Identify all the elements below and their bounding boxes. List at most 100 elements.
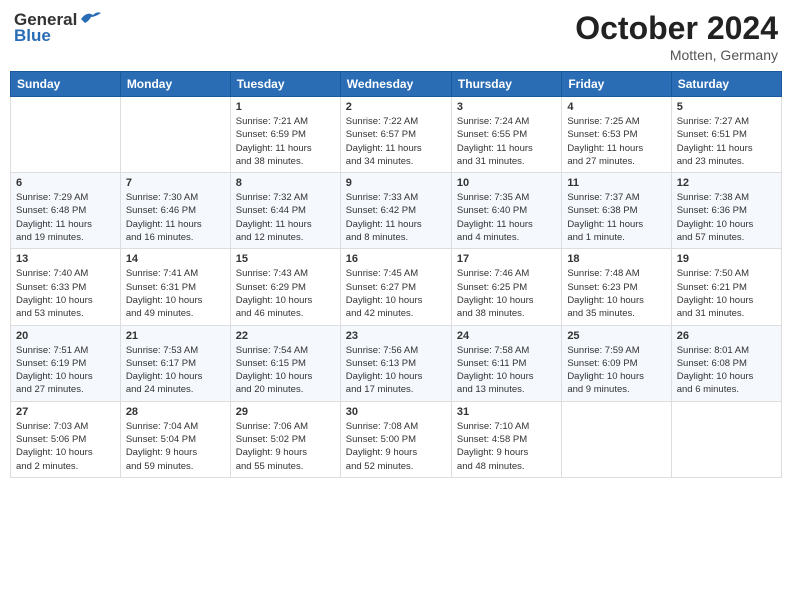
day-number: 17 <box>457 253 556 265</box>
day-info: Sunrise: 7:54 AM Sunset: 6:15 PM Dayligh… <box>236 344 335 397</box>
day-info: Sunrise: 7:35 AM Sunset: 6:40 PM Dayligh… <box>457 191 556 244</box>
calendar-cell: 27Sunrise: 7:03 AM Sunset: 5:06 PM Dayli… <box>11 401 121 477</box>
day-number: 9 <box>346 177 446 189</box>
calendar-cell: 7 Sunrise: 7:30 AM Sunset: 6:46 PM Daylig… <box>120 173 230 249</box>
calendar-cell: 8 Sunrise: 7:32 AM Sunset: 6:44 PM Daylig… <box>230 173 340 249</box>
calendar-cell <box>671 401 781 477</box>
logo: General Blue <box>14 10 101 46</box>
calendar-cell: 10 Sunrise: 7:35 AM Sunset: 6:40 PM Dayli… <box>451 173 561 249</box>
calendar-week-3: 13 Sunrise: 7:40 AM Sunset: 6:33 PM Dayli… <box>11 249 782 325</box>
day-info: Sunrise: 7:29 AM Sunset: 6:48 PM Dayligh… <box>16 191 115 244</box>
day-number: 15 <box>236 253 335 265</box>
calendar-table: SundayMondayTuesdayWednesdayThursdayFrid… <box>10 71 782 478</box>
weekday-header-friday: Friday <box>562 72 671 97</box>
calendar-cell: 13 Sunrise: 7:40 AM Sunset: 6:33 PM Dayli… <box>11 249 121 325</box>
day-info: Sunrise: 7:43 AM Sunset: 6:29 PM Dayligh… <box>236 267 335 320</box>
calendar-cell: 23 Sunrise: 7:56 AM Sunset: 6:13 PM Dayli… <box>340 325 451 401</box>
day-number: 24 <box>457 330 556 342</box>
calendar-cell: 28Sunrise: 7:04 AM Sunset: 5:04 PM Dayli… <box>120 401 230 477</box>
day-info: Sunrise: 7:46 AM Sunset: 6:25 PM Dayligh… <box>457 267 556 320</box>
weekday-header-monday: Monday <box>120 72 230 97</box>
day-number: 22 <box>236 330 335 342</box>
day-number: 13 <box>16 253 115 265</box>
calendar-cell: 24 Sunrise: 7:58 AM Sunset: 6:11 PM Dayli… <box>451 325 561 401</box>
calendar-cell: 16 Sunrise: 7:45 AM Sunset: 6:27 PM Dayli… <box>340 249 451 325</box>
calendar-cell: 11Sunrise: 7:37 AM Sunset: 6:38 PM Dayli… <box>562 173 671 249</box>
day-number: 3 <box>457 101 556 113</box>
day-info: Sunrise: 7:45 AM Sunset: 6:27 PM Dayligh… <box>346 267 446 320</box>
day-number: 12 <box>677 177 776 189</box>
day-info: Sunrise: 7:22 AM Sunset: 6:57 PM Dayligh… <box>346 115 446 168</box>
day-info: Sunrise: 7:58 AM Sunset: 6:11 PM Dayligh… <box>457 344 556 397</box>
calendar-cell: 31Sunrise: 7:10 AM Sunset: 4:58 PM Dayli… <box>451 401 561 477</box>
calendar-cell: 6 Sunrise: 7:29 AM Sunset: 6:48 PM Daylig… <box>11 173 121 249</box>
day-number: 6 <box>16 177 115 189</box>
day-number: 10 <box>457 177 556 189</box>
day-number: 21 <box>126 330 225 342</box>
day-info: Sunrise: 7:40 AM Sunset: 6:33 PM Dayligh… <box>16 267 115 320</box>
day-number: 7 <box>126 177 225 189</box>
calendar-cell: 14 Sunrise: 7:41 AM Sunset: 6:31 PM Dayli… <box>120 249 230 325</box>
day-info: Sunrise: 7:48 AM Sunset: 6:23 PM Dayligh… <box>567 267 665 320</box>
day-number: 30 <box>346 406 446 418</box>
calendar-cell: 25Sunrise: 7:59 AM Sunset: 6:09 PM Dayli… <box>562 325 671 401</box>
day-number: 29 <box>236 406 335 418</box>
calendar-cell: 30 Sunrise: 7:08 AM Sunset: 5:00 PM Dayli… <box>340 401 451 477</box>
month-title: October 2024 <box>575 10 778 47</box>
calendar-cell: 12 Sunrise: 7:38 AM Sunset: 6:36 PM Dayli… <box>671 173 781 249</box>
calendar-week-2: 6 Sunrise: 7:29 AM Sunset: 6:48 PM Daylig… <box>11 173 782 249</box>
day-info: Sunrise: 7:08 AM Sunset: 5:00 PM Dayligh… <box>346 420 446 473</box>
weekday-header-row: SundayMondayTuesdayWednesdayThursdayFrid… <box>11 72 782 97</box>
day-info: Sunrise: 7:56 AM Sunset: 6:13 PM Dayligh… <box>346 344 446 397</box>
calendar-week-1: 1 Sunrise: 7:21 AM Sunset: 6:59 PM Daylig… <box>11 97 782 173</box>
calendar-cell: 9 Sunrise: 7:33 AM Sunset: 6:42 PM Daylig… <box>340 173 451 249</box>
day-info: Sunrise: 7:10 AM Sunset: 4:58 PM Dayligh… <box>457 420 556 473</box>
day-number: 4 <box>567 101 665 113</box>
calendar-cell <box>11 97 121 173</box>
day-info: Sunrise: 7:37 AM Sunset: 6:38 PM Dayligh… <box>567 191 665 244</box>
calendar-week-4: 20Sunrise: 7:51 AM Sunset: 6:19 PM Dayli… <box>11 325 782 401</box>
logo-bird-icon <box>79 9 101 27</box>
day-info: Sunrise: 7:30 AM Sunset: 6:46 PM Dayligh… <box>126 191 225 244</box>
day-number: 26 <box>677 330 776 342</box>
day-info: Sunrise: 7:38 AM Sunset: 6:36 PM Dayligh… <box>677 191 776 244</box>
calendar-cell: 29Sunrise: 7:06 AM Sunset: 5:02 PM Dayli… <box>230 401 340 477</box>
day-info: Sunrise: 7:33 AM Sunset: 6:42 PM Dayligh… <box>346 191 446 244</box>
calendar-cell: 19Sunrise: 7:50 AM Sunset: 6:21 PM Dayli… <box>671 249 781 325</box>
calendar-cell: 18 Sunrise: 7:48 AM Sunset: 6:23 PM Dayli… <box>562 249 671 325</box>
month-info: October 2024 Motten, Germany <box>575 10 778 63</box>
calendar-cell: 17 Sunrise: 7:46 AM Sunset: 6:25 PM Dayli… <box>451 249 561 325</box>
weekday-header-tuesday: Tuesday <box>230 72 340 97</box>
day-number: 23 <box>346 330 446 342</box>
logo-blue: Blue <box>14 26 101 46</box>
day-number: 8 <box>236 177 335 189</box>
day-number: 2 <box>346 101 446 113</box>
calendar-cell <box>562 401 671 477</box>
day-info: Sunrise: 7:27 AM Sunset: 6:51 PM Dayligh… <box>677 115 776 168</box>
calendar-cell: 2 Sunrise: 7:22 AM Sunset: 6:57 PM Daylig… <box>340 97 451 173</box>
day-info: Sunrise: 7:21 AM Sunset: 6:59 PM Dayligh… <box>236 115 335 168</box>
calendar-cell <box>120 97 230 173</box>
day-number: 14 <box>126 253 225 265</box>
calendar-cell: 1 Sunrise: 7:21 AM Sunset: 6:59 PM Daylig… <box>230 97 340 173</box>
calendar-cell: 26Sunrise: 8:01 AM Sunset: 6:08 PM Dayli… <box>671 325 781 401</box>
day-number: 25 <box>567 330 665 342</box>
day-number: 18 <box>567 253 665 265</box>
calendar-cell: 4Sunrise: 7:25 AM Sunset: 6:53 PM Daylig… <box>562 97 671 173</box>
weekday-header-saturday: Saturday <box>671 72 781 97</box>
weekday-header-thursday: Thursday <box>451 72 561 97</box>
day-number: 19 <box>677 253 776 265</box>
page-header: General Blue October 2024 Motten, German… <box>10 10 782 63</box>
weekday-header-wednesday: Wednesday <box>340 72 451 97</box>
day-number: 16 <box>346 253 446 265</box>
day-info: Sunrise: 7:32 AM Sunset: 6:44 PM Dayligh… <box>236 191 335 244</box>
day-number: 1 <box>236 101 335 113</box>
calendar-cell: 15 Sunrise: 7:43 AM Sunset: 6:29 PM Dayli… <box>230 249 340 325</box>
day-info: Sunrise: 7:24 AM Sunset: 6:55 PM Dayligh… <box>457 115 556 168</box>
day-number: 5 <box>677 101 776 113</box>
day-number: 28 <box>126 406 225 418</box>
day-info: Sunrise: 7:41 AM Sunset: 6:31 PM Dayligh… <box>126 267 225 320</box>
calendar-cell: 3 Sunrise: 7:24 AM Sunset: 6:55 PM Daylig… <box>451 97 561 173</box>
weekday-header-sunday: Sunday <box>11 72 121 97</box>
location: Motten, Germany <box>575 47 778 63</box>
